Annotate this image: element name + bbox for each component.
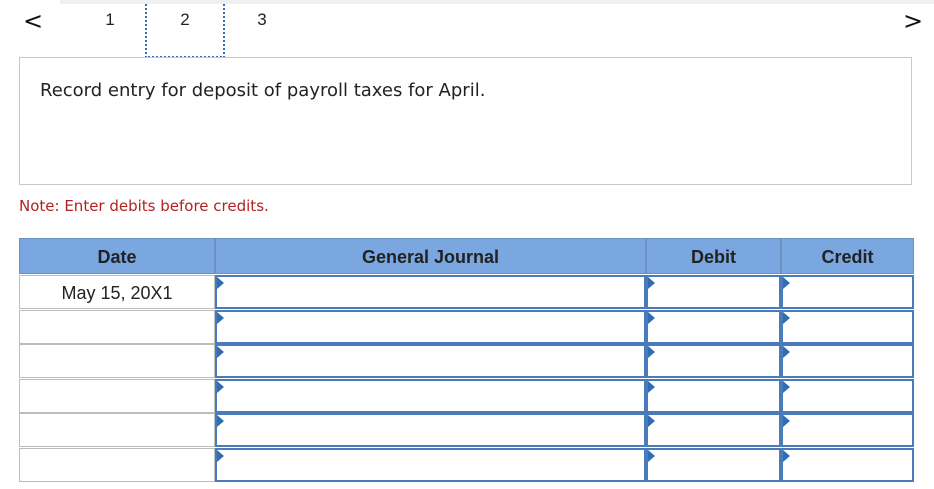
date-cell bbox=[19, 310, 215, 344]
date-cell bbox=[19, 379, 215, 413]
cell-marker-icon bbox=[217, 346, 224, 358]
general-journal-input[interactable] bbox=[215, 310, 646, 344]
general-journal-input[interactable] bbox=[215, 413, 646, 447]
date-cell bbox=[19, 448, 215, 482]
prev-arrow-icon[interactable]: < bbox=[20, 6, 46, 36]
debit-input[interactable] bbox=[646, 448, 781, 482]
cell-marker-icon bbox=[217, 381, 224, 393]
credit-input[interactable] bbox=[781, 448, 914, 482]
debit-input[interactable] bbox=[646, 344, 781, 378]
credit-input[interactable] bbox=[781, 275, 914, 309]
cell-marker-icon bbox=[783, 346, 790, 358]
cell-marker-icon bbox=[648, 346, 655, 358]
cell-marker-icon bbox=[217, 450, 224, 462]
cell-marker-icon bbox=[783, 277, 790, 289]
date-cell bbox=[19, 344, 215, 378]
question-box: Record entry for deposit of payroll taxe… bbox=[19, 57, 912, 185]
cell-marker-icon bbox=[783, 381, 790, 393]
credit-input[interactable] bbox=[781, 344, 914, 378]
debit-header: Debit bbox=[646, 238, 781, 274]
general-journal-header: General Journal bbox=[215, 238, 646, 274]
debit-input[interactable] bbox=[646, 413, 781, 447]
cell-marker-icon bbox=[648, 450, 655, 462]
question-nav: < 1 2 3 > bbox=[0, 0, 934, 60]
question-text: Record entry for deposit of payroll taxe… bbox=[40, 80, 486, 101]
general-journal-input[interactable] bbox=[215, 275, 646, 309]
date-cell bbox=[19, 413, 215, 447]
cell-marker-icon bbox=[783, 312, 790, 324]
debit-input[interactable] bbox=[646, 275, 781, 309]
cell-marker-icon bbox=[217, 277, 224, 289]
instruction-note: Note: Enter debits before credits. bbox=[19, 197, 269, 215]
cell-marker-icon bbox=[648, 312, 655, 324]
credit-input[interactable] bbox=[781, 310, 914, 344]
cell-marker-icon bbox=[783, 450, 790, 462]
general-journal-input[interactable] bbox=[215, 344, 646, 378]
date-cell: May 15, 20X1 bbox=[19, 275, 215, 309]
credit-header: Credit bbox=[781, 238, 914, 274]
cell-marker-icon bbox=[648, 415, 655, 427]
credit-input[interactable] bbox=[781, 379, 914, 413]
cell-marker-icon bbox=[217, 415, 224, 427]
debit-input[interactable] bbox=[646, 310, 781, 344]
cell-marker-icon bbox=[648, 381, 655, 393]
credit-input[interactable] bbox=[781, 413, 914, 447]
general-journal-input[interactable] bbox=[215, 379, 646, 413]
cell-marker-icon bbox=[783, 415, 790, 427]
tab-2[interactable]: 2 bbox=[145, 4, 225, 58]
tab-3[interactable]: 3 bbox=[249, 4, 275, 58]
debit-input[interactable] bbox=[646, 379, 781, 413]
cell-marker-icon bbox=[217, 312, 224, 324]
journal-table: Date General Journal Debit Credit May 15… bbox=[19, 238, 914, 483]
general-journal-input[interactable] bbox=[215, 448, 646, 482]
cell-marker-icon bbox=[648, 277, 655, 289]
date-header: Date bbox=[19, 238, 215, 274]
next-arrow-icon[interactable]: > bbox=[900, 6, 926, 36]
tab-1[interactable]: 1 bbox=[97, 4, 123, 58]
